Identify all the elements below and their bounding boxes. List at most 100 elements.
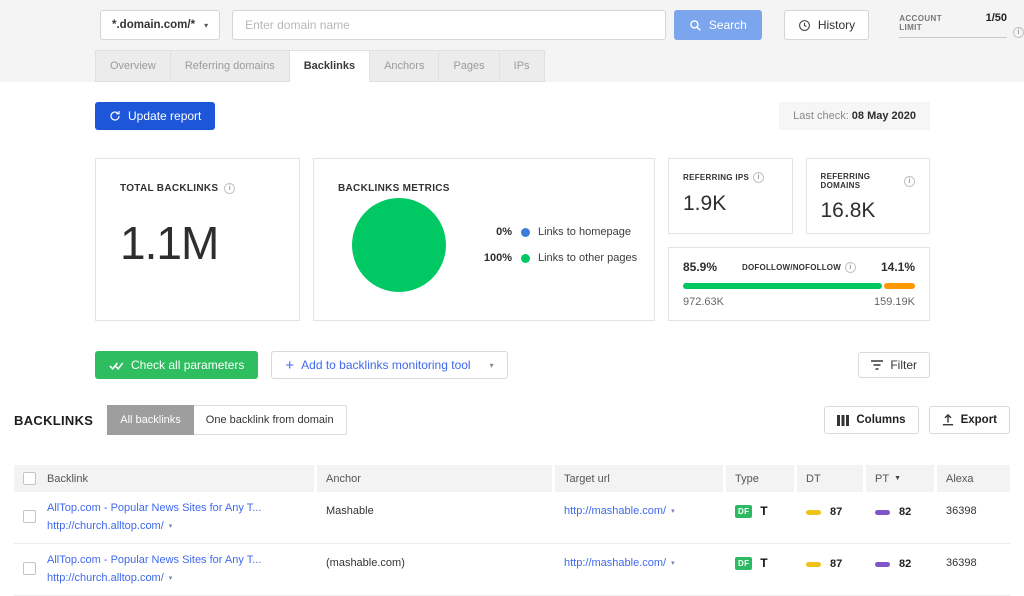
legend-item-homepage: 0% Links to homepage — [478, 226, 637, 238]
legend-dot-green-icon — [521, 254, 530, 263]
chevron-down-icon[interactable]: ▾ — [671, 507, 675, 515]
actions-row: Check all parameters + Add to backlinks … — [95, 351, 930, 379]
nofollow-count: 159.19K — [874, 296, 915, 308]
backlink-title-link[interactable]: AllTop.com - Popular News Sites for Any … — [47, 554, 261, 566]
info-icon[interactable]: i — [224, 183, 235, 194]
tab-overview[interactable]: Overview — [95, 50, 171, 82]
tab-referring-domains[interactable]: Referring domains — [171, 50, 290, 82]
dofollow-badge: DF — [735, 505, 752, 518]
report-row: Update report Last check:08 May 2020 — [95, 102, 930, 130]
backlink-url-link[interactable]: http://church.alltop.com/ — [47, 572, 164, 584]
text-link-badge: T — [760, 556, 767, 570]
last-check-date: 08 May 2020 — [852, 110, 916, 122]
header-pt[interactable]: PT ▼ — [866, 465, 934, 492]
referring-cards-row: REFERRING IPS i 1.9K REFERRING DOMAINS i… — [668, 158, 930, 234]
info-icon[interactable]: i — [904, 176, 915, 187]
row-checkbox[interactable] — [23, 510, 36, 523]
info-icon[interactable]: i — [845, 262, 856, 273]
cell-dt: 87 — [797, 554, 863, 570]
legend-pct: 0% — [478, 226, 512, 238]
toggle-one-backlink-per-domain[interactable]: One backlink from domain — [194, 405, 347, 435]
filter-button[interactable]: Filter — [858, 352, 930, 378]
dofollow-ratio-bar — [683, 283, 915, 289]
sort-desc-icon: ▼ — [894, 475, 901, 482]
add-to-monitoring-label: Add to backlinks monitoring tool — [301, 358, 470, 372]
header-anchor[interactable]: Anchor — [317, 465, 552, 492]
header-type[interactable]: Type — [726, 465, 794, 492]
total-backlinks-title-text: TOTAL BACKLINKS — [120, 183, 218, 194]
chevron-down-icon: ▾ — [204, 21, 208, 30]
legend-item-other-pages: 100% Links to other pages — [478, 252, 637, 264]
columns-icon — [837, 415, 849, 426]
tab-pages[interactable]: Pages — [439, 50, 499, 82]
header-pt-label: PT — [875, 473, 889, 485]
table-actions: Columns Export — [824, 406, 1010, 434]
header-target-url[interactable]: Target url — [555, 465, 723, 492]
header-alexa[interactable]: Alexa — [937, 465, 1010, 492]
referring-domains-value: 16.8K — [821, 199, 916, 223]
cell-backlink: AllTop.com - Popular News Sites for Any … — [14, 502, 314, 532]
toggle-all-backlinks[interactable]: All backlinks — [107, 405, 194, 435]
cell-pt: 82 — [866, 554, 934, 570]
pie-legend: 0% Links to homepage 100% Links to other… — [478, 226, 637, 264]
clock-icon — [798, 19, 811, 32]
legend-label: Links to homepage — [538, 226, 631, 238]
domain-scope-select[interactable]: *.domain.com/* ▾ — [100, 10, 220, 40]
referring-domains-title: REFERRING DOMAINS i — [821, 172, 916, 190]
dofollow-header-row: 85.9% DOFOLLOW/NOFOLLOW i 14.1% — [683, 260, 915, 274]
backlinks-section-title: BACKLINKS — [14, 413, 93, 428]
row-checkbox[interactable] — [23, 562, 36, 575]
search-icon — [689, 19, 702, 32]
update-report-button[interactable]: Update report — [95, 102, 215, 130]
cell-alexa: 36398 — [937, 554, 1010, 569]
search-row: *.domain.com/* ▾ Search History ACCOUNT … — [100, 10, 1024, 40]
pt-indicator-icon — [875, 562, 890, 567]
tab-bar: Overview Referring domains Backlinks Anc… — [95, 50, 1024, 82]
search-button-label: Search — [709, 18, 747, 32]
pt-value: 82 — [899, 558, 911, 570]
select-all-checkbox[interactable] — [23, 472, 36, 485]
domain-search-input[interactable] — [232, 10, 666, 40]
search-button[interactable]: Search — [674, 10, 762, 40]
filter-label: Filter — [890, 358, 917, 372]
last-check: Last check:08 May 2020 — [779, 102, 930, 130]
chevron-down-icon[interactable]: ▾ — [169, 522, 173, 530]
info-icon[interactable]: i — [753, 172, 764, 183]
export-label: Export — [961, 414, 997, 426]
backlinks-filter-toggle: All backlinks One backlink from domain — [107, 405, 346, 435]
refresh-icon — [109, 110, 121, 122]
cell-backlink: AllTop.com - Popular News Sites for Any … — [14, 554, 314, 584]
header-backlink: Backlink — [14, 465, 314, 492]
chevron-down-icon[interactable]: ▾ — [490, 361, 494, 370]
target-url-link[interactable]: http://mashable.com/ — [564, 505, 666, 517]
export-button[interactable]: Export — [929, 406, 1010, 434]
header-backlink-label: Backlink — [47, 473, 88, 485]
tab-ips[interactable]: IPs — [500, 50, 545, 82]
cell-target-url: http://mashable.com/ ▾ — [555, 554, 723, 569]
target-url-link[interactable]: http://mashable.com/ — [564, 557, 666, 569]
dofollow-bar-nofollow — [884, 283, 915, 289]
cell-type: DF T — [726, 554, 794, 570]
columns-label: Columns — [856, 414, 905, 426]
tab-anchors[interactable]: Anchors — [370, 50, 439, 82]
history-button[interactable]: History — [784, 10, 869, 40]
backlink-title-link[interactable]: AllTop.com - Popular News Sites for Any … — [47, 502, 261, 514]
check-all-parameters-label: Check all parameters — [131, 358, 244, 372]
dofollow-pct: 85.9% — [683, 260, 717, 274]
chevron-down-icon[interactable]: ▾ — [671, 559, 675, 567]
columns-button[interactable]: Columns — [824, 406, 918, 434]
header-dt[interactable]: DT — [797, 465, 863, 492]
nofollow-pct: 14.1% — [881, 260, 915, 274]
total-backlinks-value: 1.1M — [120, 216, 275, 270]
text-link-badge: T — [760, 504, 767, 518]
info-icon[interactable]: i — [1013, 27, 1024, 38]
export-icon — [942, 414, 954, 426]
legend-dot-blue-icon — [521, 228, 530, 237]
chevron-down-icon[interactable]: ▾ — [169, 574, 173, 582]
tab-backlinks[interactable]: Backlinks — [290, 50, 370, 82]
add-to-monitoring-button[interactable]: + Add to backlinks monitoring tool ▾ — [271, 351, 507, 379]
check-all-parameters-button[interactable]: Check all parameters — [95, 351, 258, 379]
dofollow-title: DOFOLLOW/NOFOLLOW i — [742, 262, 856, 273]
dofollow-counts-row: 972.63K 159.19K — [683, 296, 915, 308]
backlink-url-link[interactable]: http://church.alltop.com/ — [47, 520, 164, 532]
